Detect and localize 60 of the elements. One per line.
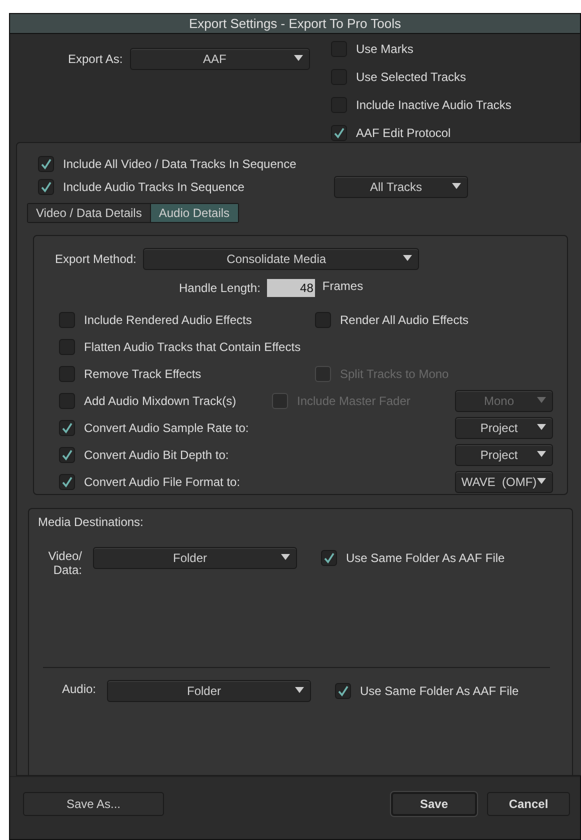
cancel-button[interactable]: Cancel <box>487 792 570 816</box>
checkbox-label: Include Rendered Audio Effects <box>84 312 252 328</box>
dropdown[interactable]: Consolidate Media <box>143 248 420 270</box>
caret-icon <box>403 255 412 261</box>
checkbox-label: Use Marks <box>356 41 414 58</box>
section-title: Media Destinations: <box>37 514 144 531</box>
field-label: Handle Length: <box>179 280 260 297</box>
field-label: Export Method: <box>55 251 136 268</box>
checkbox[interactable] <box>331 125 347 141</box>
save-button[interactable]: Save <box>391 792 477 816</box>
checkbox-label: Add Audio Mixdown Track(s) <box>84 392 236 410</box>
checkbox-label: Use Same Folder As AAF File <box>346 550 505 567</box>
caret-icon <box>452 182 461 188</box>
checkbox-label: Flatten Audio Tracks that Contain Effects <box>84 338 301 356</box>
checkbox-label: Remove Track Effects <box>84 366 202 382</box>
caret-icon <box>537 396 546 402</box>
dropdown[interactable]: Folder <box>93 547 297 569</box>
checkbox-label: Convert Audio File Format to: <box>84 474 240 490</box>
field-label: Audio: <box>60 681 96 696</box>
handle-length-field[interactable]: 48 <box>267 279 316 297</box>
save-as-button[interactable]: Save As... <box>23 792 164 816</box>
field-label: Video/ Data: <box>47 548 82 577</box>
checkbox-label: Include Inactive Audio Tracks <box>356 97 512 114</box>
checkbox[interactable] <box>59 312 75 328</box>
checkbox[interactable] <box>315 312 331 328</box>
checkbox[interactable] <box>335 683 351 699</box>
checkbox[interactable] <box>38 178 54 194</box>
tab[interactable]: Video / Data Details <box>28 204 151 222</box>
dropdown[interactable]: Folder <box>107 680 311 702</box>
caret-icon <box>294 55 303 61</box>
checkbox[interactable] <box>59 446 75 462</box>
window-title: Export Settings - Export To Pro Tools <box>10 14 580 34</box>
checkbox-label: Use Same Folder As AAF File <box>360 683 519 700</box>
checkbox-label: Include Audio Tracks In Sequence <box>63 178 244 196</box>
caret-icon <box>295 687 304 693</box>
checkbox[interactable] <box>59 420 75 436</box>
checkbox[interactable] <box>59 392 75 408</box>
caret-icon <box>537 424 546 430</box>
checkbox-label: Convert Audio Sample Rate to: <box>84 420 249 436</box>
caret-icon <box>537 450 546 456</box>
checkbox-label: Render All Audio Effects <box>340 312 469 328</box>
unit-label: Frames <box>322 278 364 295</box>
checkbox[interactable] <box>38 156 54 172</box>
caret-icon <box>281 554 290 560</box>
dropdown[interactable]: All Tracks <box>334 176 468 198</box>
dropdown[interactable]: Project <box>455 416 553 438</box>
caret-icon <box>537 478 546 484</box>
dropdown[interactable]: AAF <box>130 48 310 70</box>
dropdown[interactable]: WAVE (OMF) <box>455 470 553 492</box>
checkbox[interactable] <box>59 366 75 382</box>
checkbox[interactable] <box>59 474 75 490</box>
field-label: Export As: <box>68 51 123 68</box>
checkbox-label: Use Selected Tracks <box>356 69 466 86</box>
tab[interactable]: Audio Details <box>150 204 238 222</box>
checkbox[interactable] <box>321 550 337 566</box>
checkbox-label: AAF Edit Protocol <box>356 125 451 142</box>
checkbox-label: Include All Video / Data Tracks In Sequence <box>63 156 296 173</box>
checkbox[interactable] <box>59 338 75 354</box>
checkbox-label: Convert Audio Bit Depth to: <box>84 446 229 464</box>
dropdown[interactable]: Project <box>455 444 553 466</box>
